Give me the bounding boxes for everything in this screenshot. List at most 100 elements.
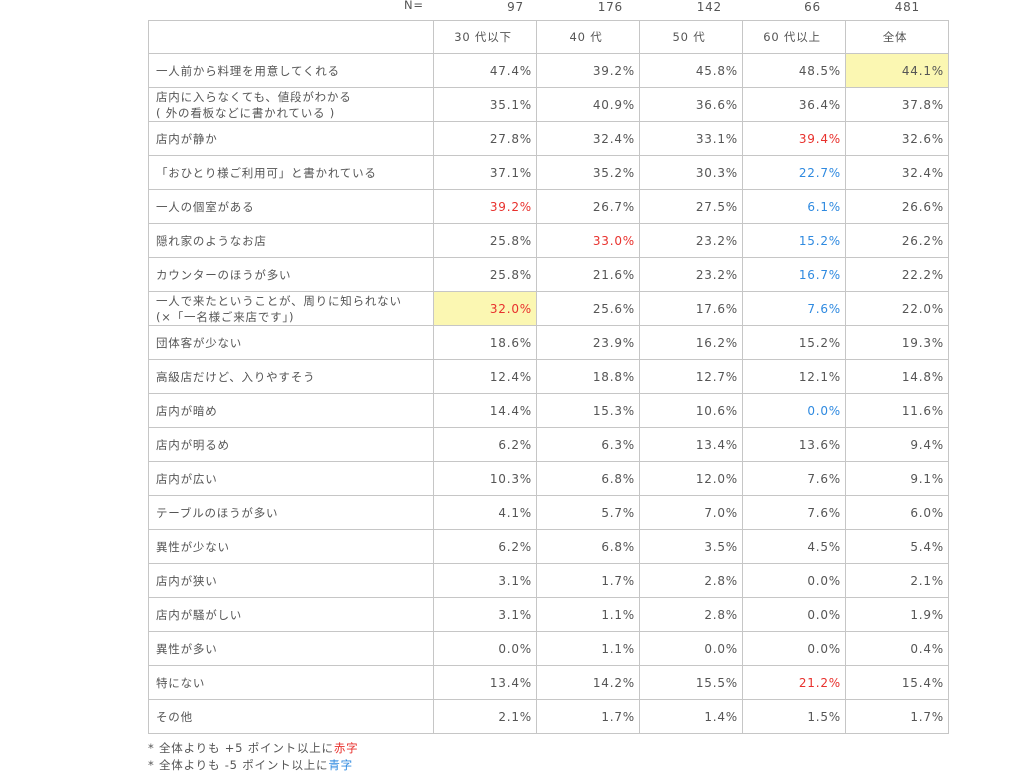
value-cell: 33.1% [639,121,743,156]
value-cell: 3.5% [639,529,743,564]
value-cell: 7.6% [742,495,846,530]
value-cell: 15.2% [742,223,846,258]
value-cell: 6.3% [536,427,640,462]
value-cell: 0.0% [742,631,846,666]
sample-size-row: N= 97 176 142 66 481 [148,0,919,18]
value-cell: 1.7% [845,699,949,734]
value-cell: 21.6% [536,257,640,292]
value-cell: 37.8% [845,87,949,122]
table-row: 店内が暗め 14.4% 15.3% 10.6% 0.0% 11.6% [148,393,949,428]
table-row: 店内が広い 10.3% 6.8% 12.0% 7.6% 9.1% [148,461,949,496]
value-cell: 13.6% [742,427,846,462]
row-label: その他 [148,699,434,734]
value-cell: 7.6% [742,461,846,496]
column-header: 40 代 [536,20,640,54]
row-label-line: 一人前から料理を用意してくれる [156,63,340,78]
table-row: 一人の個室がある 39.2% 26.7% 27.5% 6.1% 26.6% [148,189,949,224]
value-cell: 1.5% [742,699,846,734]
value-cell: 13.4% [433,665,537,700]
row-label-line: (×「一名様ご来店です」) [156,309,295,324]
value-cell: 25.6% [536,291,640,326]
value-cell: 5.7% [536,495,640,530]
value-cell: 22.7% [742,155,846,190]
note-text: * 全体よりも +5 ポイント以上に [148,741,334,755]
value-cell: 25.8% [433,257,537,292]
value-cell: 32.4% [845,155,949,190]
value-cell: 48.5% [742,53,846,88]
value-cell: 15.5% [639,665,743,700]
row-label-line: 店内が広い [156,471,218,486]
note-line: * 全体よりも +5 ポイント以上に赤字 [148,740,358,757]
value-cell: 3.1% [433,597,537,632]
row-label-line: 店内が狭い [156,573,218,588]
value-cell: 23.2% [639,257,743,292]
row-label-line: 団体客が少ない [156,335,243,350]
value-cell: 12.1% [742,359,846,394]
value-cell: 4.1% [433,495,537,530]
table-row: 隠れ家のようなお店 25.8% 33.0% 23.2% 15.2% 26.2% [148,223,949,258]
row-label: 店内に入らなくても、値段がわかる( 外の看板などに書かれている ) [148,87,434,122]
value-cell: 17.6% [639,291,743,326]
sample-size-label: N= [404,0,424,12]
value-cell: 18.6% [433,325,537,360]
value-cell: 36.6% [639,87,743,122]
value-cell: 39.2% [433,189,537,224]
value-cell: 3.1% [433,563,537,598]
value-cell: 1.9% [845,597,949,632]
value-cell: 14.8% [845,359,949,394]
value-cell: 23.2% [639,223,743,258]
value-cell: 39.4% [742,121,846,156]
value-cell: 16.2% [639,325,743,360]
value-cell: 19.3% [845,325,949,360]
value-cell: 0.0% [742,563,846,598]
value-cell: 47.4% [433,53,537,88]
value-cell: 6.2% [433,529,537,564]
value-cell: 6.2% [433,427,537,462]
value-cell: 0.0% [433,631,537,666]
row-label: 店内が静か [148,121,434,156]
table-row: 一人で来たということが、周りに知られない (×「一名様ご来店です」) 32.0% 25… [148,291,949,326]
row-label-line: 店内が明るめ [156,437,230,452]
value-cell: 11.6% [845,393,949,428]
column-header: 30 代以下 [433,20,537,54]
value-cell: 15.2% [742,325,846,360]
value-cell: 6.0% [845,495,949,530]
row-label-line: 隠れ家のようなお店 [156,233,267,248]
value-cell: 25.8% [433,223,537,258]
value-cell: 0.0% [742,393,846,428]
row-label: 一人で来たということが、周りに知られない (×「一名様ご来店です」) [148,291,434,326]
value-cell: 6.1% [742,189,846,224]
table-row: 一人前から料理を用意してくれる 47.4% 39.2% 45.8% 48.5% 44.1% [148,53,949,88]
value-cell: 45.8% [639,53,743,88]
value-cell: 6.8% [536,461,640,496]
value-cell: 12.7% [639,359,743,394]
table-row: テーブルのほうが多い 4.1% 5.7% 7.0% 7.6% 6.0% [148,495,949,530]
value-cell: 35.2% [536,155,640,190]
value-cell: 15.4% [845,665,949,700]
value-cell: 30.3% [639,155,743,190]
table-row: カウンターのほうが多い 25.8% 21.6% 23.2% 16.7% 22.2% [148,257,949,292]
row-label: 店内が広い [148,461,434,496]
note-colored-text: 赤字 [333,741,359,755]
value-cell: 10.6% [639,393,743,428]
row-label: 高級店だけど、入りやすそう [148,359,434,394]
sample-size-value: 66 [804,0,821,14]
value-cell: 21.2% [742,665,846,700]
value-cell: 1.1% [536,597,640,632]
table-row: 特にない 13.4% 14.2% 15.5% 21.2% 15.4% [148,665,949,700]
value-cell: 32.0% [433,291,537,326]
value-cell: 9.4% [845,427,949,462]
table-row: 店内が明るめ 6.2% 6.3% 13.4% 13.6% 9.4% [148,427,949,462]
row-label: 団体客が少ない [148,325,434,360]
sample-size-value: 176 [597,0,623,14]
row-label-line: 店内に入らなくても、値段がわかる [156,89,352,104]
value-cell: 40.9% [536,87,640,122]
legend-notes: * 全体よりも +5 ポイント以上に赤字 * 全体よりも -5 ポイント以上に青… [148,740,358,774]
value-cell: 5.4% [845,529,949,564]
row-label: 店内が狭い [148,563,434,598]
value-cell: 9.1% [845,461,949,496]
column-header: 60 代以上 [742,20,846,54]
row-label-line: テーブルのほうが多い [156,505,279,520]
row-label: 「おひとり様ご利用可」と書かれている [148,155,434,190]
value-cell: 39.2% [536,53,640,88]
